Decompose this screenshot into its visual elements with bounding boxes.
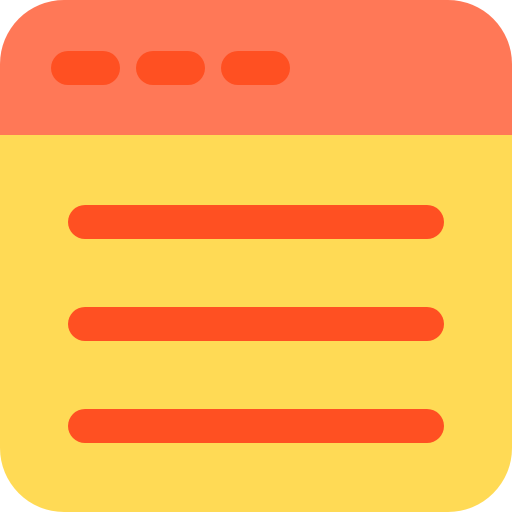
window-titlebar: [0, 0, 512, 135]
titlebar-dot: [221, 51, 290, 85]
content-line: [68, 205, 444, 239]
browser-window-icon: [0, 0, 512, 512]
window-content-area: [0, 135, 512, 512]
content-line: [68, 409, 444, 443]
titlebar-dot: [51, 51, 120, 85]
content-line: [68, 307, 444, 341]
titlebar-dot: [136, 51, 205, 85]
